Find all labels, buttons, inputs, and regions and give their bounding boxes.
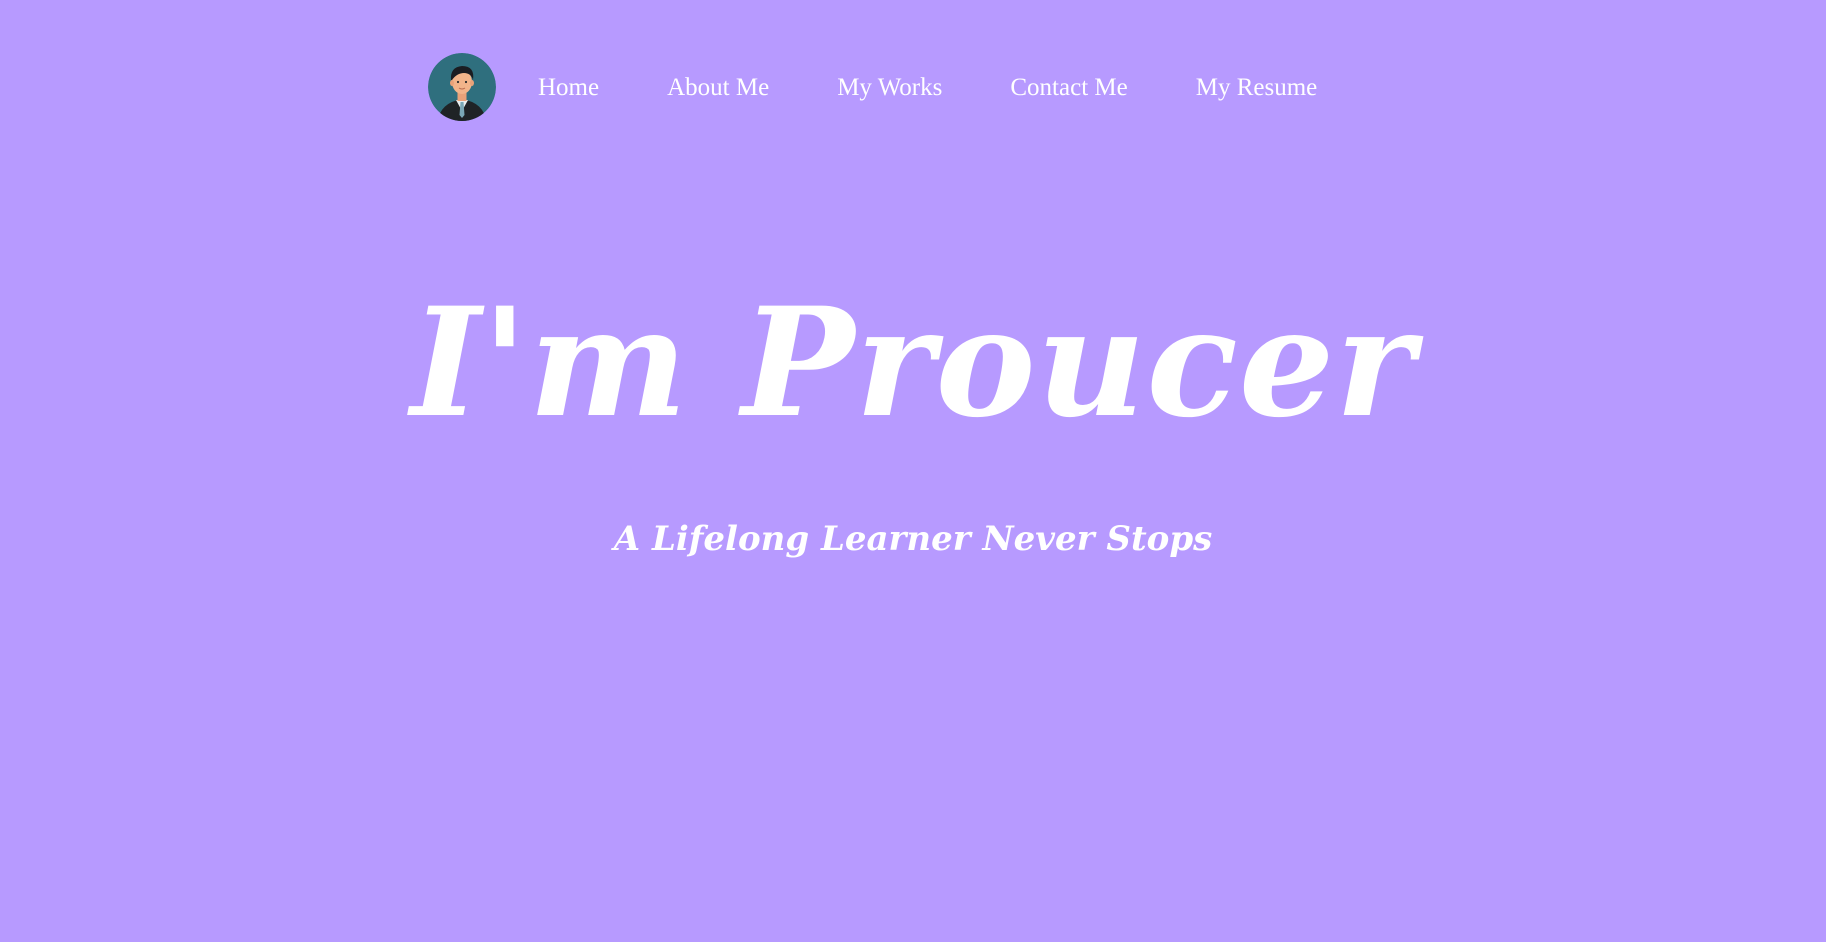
nav-link-my-works[interactable]: My Works <box>803 75 976 100</box>
nav-link-contact-me[interactable]: Contact Me <box>976 75 1161 100</box>
hero-title: I'm Proucer <box>410 275 1416 451</box>
nav-link-about-me[interactable]: About Me <box>633 75 803 100</box>
hero-subtitle: A Lifelong Learner Never Stops <box>613 519 1213 559</box>
person-in-suit-avatar-icon <box>428 53 496 121</box>
nav-links: Home About Me My Works Contact Me My Res… <box>506 75 1351 100</box>
top-navigation: Home About Me My Works Contact Me My Res… <box>428 52 1351 122</box>
avatar-icon[interactable] <box>428 53 496 121</box>
nav-link-home[interactable]: Home <box>506 75 633 100</box>
nav-link-my-resume[interactable]: My Resume <box>1162 75 1352 100</box>
